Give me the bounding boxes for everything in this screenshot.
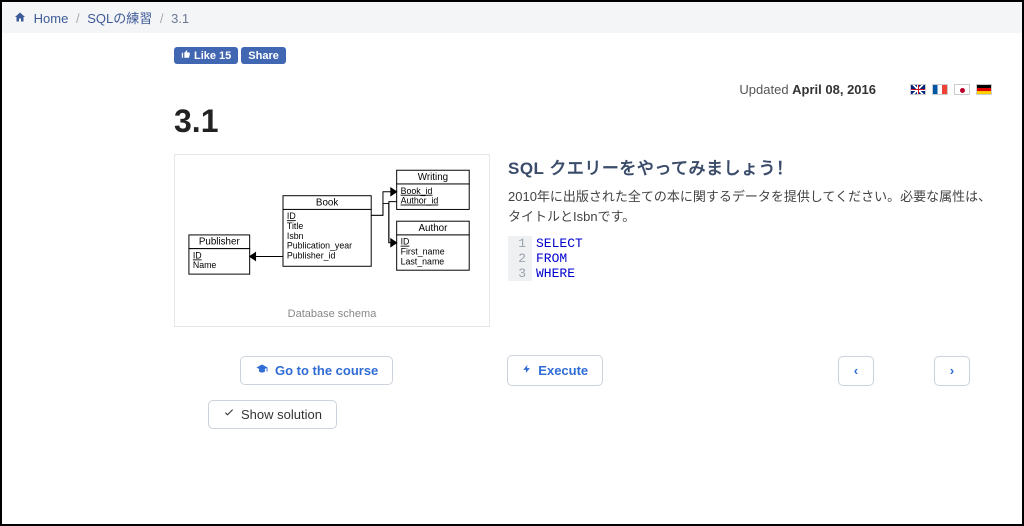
fb-share-button[interactable]: Share [241,47,286,64]
lesson-heading: SQL クエリーをやってみましょう！ [508,154,994,179]
svg-text:Book: Book [316,198,338,209]
chevron-right-icon: › [950,363,954,378]
go-to-course-label: Go to the course [275,363,378,378]
svg-text:Title: Title [287,221,303,231]
svg-text:ID: ID [401,237,410,247]
breadcrumb-current: 3.1 [171,11,189,26]
svg-text:Last_name: Last_name [401,256,445,266]
sql-editor[interactable]: 1SELECT 2FROM 3WHERE [508,236,994,281]
check-icon [223,407,235,422]
home-icon [14,11,30,26]
updated-date: April 08, 2016 [792,82,876,97]
updated-text: Updated April 08, 2016 [739,82,876,97]
bolt-icon [522,362,532,379]
flag-uk-icon[interactable] [910,84,926,95]
breadcrumb-home[interactable]: Home [34,11,69,26]
svg-text:ID: ID [287,211,296,221]
database-schema-diagram: Publisher ID Name Book ID Title Isbn Pub… [185,165,479,297]
svg-text:Author: Author [419,223,449,234]
language-flags [910,84,992,95]
svg-text:Publisher: Publisher [199,237,241,248]
flag-fr-icon[interactable] [932,84,948,95]
page-title: 3.1 [174,103,994,140]
svg-text:Publisher_id: Publisher_id [287,250,336,260]
execute-button[interactable]: Execute [507,355,603,386]
next-button[interactable]: › [934,356,970,386]
svg-text:Author_id: Author_id [401,196,439,206]
breadcrumb-sql-practice[interactable]: SQLの練習 [87,11,152,26]
fb-like-count: 15 [219,50,231,62]
breadcrumb-sep: / [160,11,164,26]
fb-share-label: Share [248,50,279,62]
svg-text:Publication_year: Publication_year [287,241,352,251]
show-solution-button[interactable]: Show solution [208,400,337,429]
lesson-description: 2010年に出版された全ての本に関するデータを提供してください。必要な属性は、タ… [508,187,994,226]
go-to-course-button[interactable]: Go to the course [240,356,393,385]
flag-jp-icon[interactable] [954,84,970,95]
sql-keyword: WHERE [532,266,575,281]
breadcrumb: Home / SQLの練習 / 3.1 [2,2,1022,33]
line-number: 2 [508,251,532,266]
chevron-left-icon: ‹ [854,363,858,378]
line-number: 1 [508,236,532,251]
flag-de-icon[interactable] [976,84,992,95]
svg-text:ID: ID [193,250,202,260]
sql-keyword: SELECT [532,236,583,251]
schema-caption: Database schema [185,308,479,320]
svg-text:Isbn: Isbn [287,231,304,241]
graduation-cap-icon [255,363,269,378]
svg-text:Name: Name [193,260,217,270]
facebook-widget: Like 15 Share [174,47,286,64]
sql-keyword: FROM [532,251,567,266]
show-solution-label: Show solution [241,407,322,422]
fb-like-button[interactable]: Like 15 [174,47,238,64]
fb-like-label: Like [194,50,216,62]
breadcrumb-sep: / [76,11,80,26]
line-number: 3 [508,266,532,281]
svg-text:Writing: Writing [418,172,448,183]
thumb-up-icon [181,49,191,62]
svg-text:Book_id: Book_id [401,186,433,196]
schema-card: Publisher ID Name Book ID Title Isbn Pub… [174,154,490,327]
execute-label: Execute [538,363,588,378]
prev-button[interactable]: ‹ [838,356,874,386]
updated-prefix: Updated [739,82,792,97]
svg-text:First_name: First_name [401,247,445,257]
